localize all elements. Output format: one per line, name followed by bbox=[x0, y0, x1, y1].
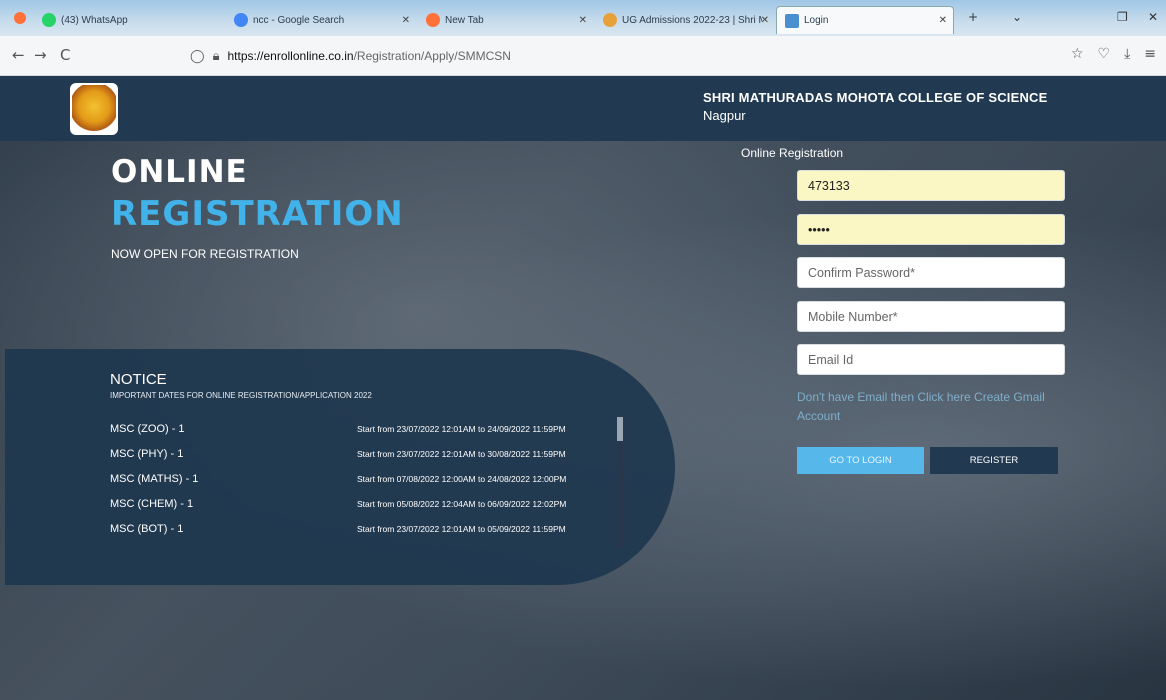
tab-ug-admissions[interactable]: UG Admissions 2022-23 | Shri M... ✕ bbox=[595, 6, 775, 34]
tab-new-tab[interactable]: New Tab ✕ bbox=[418, 6, 593, 34]
notice-panel: NOTICE IMPORTANT DATES FOR ONLINE REGIST… bbox=[5, 349, 675, 585]
confirm-password-input[interactable] bbox=[797, 257, 1065, 288]
password-input[interactable] bbox=[797, 214, 1065, 245]
close-icon[interactable]: ✕ bbox=[761, 15, 769, 26]
college-city: Nagpur bbox=[703, 108, 746, 123]
tab-list-chevron-icon[interactable]: ⌄ bbox=[1012, 10, 1022, 24]
course-dates: Start from 23/07/2022 12:01AM to 24/09/2… bbox=[357, 424, 566, 434]
close-icon[interactable]: ✕ bbox=[939, 15, 947, 26]
firefox-icon bbox=[426, 13, 440, 27]
list-item: MSC (BOT) - 1 Start from 23/07/2022 12:0… bbox=[110, 519, 610, 544]
tab-whatsapp[interactable]: (43) WhatsApp bbox=[34, 6, 194, 34]
scrollbar-thumb[interactable] bbox=[617, 417, 623, 441]
course-name: MSC (ZOO) - 1 bbox=[110, 423, 185, 435]
google-icon bbox=[234, 13, 248, 27]
college-logo bbox=[70, 83, 118, 135]
tab-label: Login bbox=[804, 15, 829, 26]
firefox-icon[interactable] bbox=[14, 12, 26, 24]
site-header: SHRI MATHURADAS MOHOTA COLLEGE OF SCIENC… bbox=[0, 76, 1166, 141]
course-dates: Start from 05/08/2022 12:04AM to 06/09/2… bbox=[357, 499, 567, 509]
mobile-number-input[interactable] bbox=[797, 301, 1065, 332]
list-item: MSC (CHEM) - 1 Start from 05/08/2022 12:… bbox=[110, 494, 610, 519]
tab-label: UG Admissions 2022-23 | Shri M... bbox=[622, 14, 762, 26]
go-to-login-button[interactable]: GO TO LOGIN bbox=[797, 447, 924, 474]
tab-label: ncc - Google Search bbox=[253, 14, 345, 26]
forward-icon[interactable]: → bbox=[34, 46, 47, 64]
whatsapp-icon bbox=[42, 13, 56, 27]
url-host: https://enrollonline.co.in bbox=[227, 49, 354, 63]
course-name: MSC (PHY) - 1 bbox=[110, 448, 184, 460]
create-gmail-link[interactable]: Don't have Email then Click here Create … bbox=[797, 388, 1067, 426]
course-name: MSC (CHEM) - 1 bbox=[110, 498, 194, 510]
tab-label: New Tab bbox=[445, 14, 484, 26]
email-input[interactable] bbox=[797, 344, 1065, 375]
url-path: /Registration/Apply/SMMCSN bbox=[353, 49, 511, 63]
course-name: MSC (BOT) - 1 bbox=[110, 523, 184, 535]
tab-login[interactable]: Login ✕ bbox=[776, 6, 954, 34]
pocket-icon[interactable]: ♡ bbox=[1098, 46, 1111, 62]
hero-title-line2: REGISTRATION bbox=[111, 194, 404, 234]
course-dates: Start from 23/07/2022 12:01AM to 05/09/2… bbox=[357, 524, 566, 534]
college-name: SHRI MATHURADAS MOHOTA COLLEGE OF SCIENC… bbox=[703, 90, 1048, 105]
college-info: SHRI MATHURADAS MOHOTA COLLEGE OF SCIENC… bbox=[703, 90, 1048, 123]
hero-subtitle: NOW OPEN FOR REGISTRATION bbox=[111, 247, 299, 261]
course-dates: Start from 23/07/2022 12:01AM to 30/08/2… bbox=[357, 449, 566, 459]
back-icon[interactable]: ← bbox=[12, 46, 25, 64]
close-window-icon[interactable]: ✕ bbox=[1148, 10, 1158, 24]
tab-label: (43) WhatsApp bbox=[61, 14, 128, 26]
lock-icon: 🔒︎ bbox=[212, 48, 220, 63]
reload-icon[interactable]: C bbox=[60, 46, 70, 64]
browser-nav-bar: ← → C ◯ 🔒︎ https://enrollonline.co.in/Re… bbox=[0, 36, 1166, 76]
page: SHRI MATHURADAS MOHOTA COLLEGE OF SCIENC… bbox=[0, 76, 1166, 700]
toolbar-icons: ☆ ♡ ⤓ ≡ bbox=[1071, 46, 1156, 62]
new-tab-icon[interactable]: + bbox=[968, 10, 978, 24]
downloads-icon[interactable]: ⤓ bbox=[1124, 46, 1130, 62]
address-bar[interactable]: ◯ 🔒︎ https://enrollonline.co.in/Registra… bbox=[190, 43, 930, 69]
list-item: MSC (PHY) - 1 Start from 23/07/2022 12:0… bbox=[110, 444, 610, 469]
notice-subtitle: IMPORTANT DATES FOR ONLINE REGISTRATION/… bbox=[110, 391, 372, 400]
restore-window-icon[interactable]: ❐ bbox=[1117, 10, 1128, 24]
notice-title: NOTICE bbox=[110, 371, 167, 388]
notice-list: MSC (ZOO) - 1 Start from 23/07/2022 12:0… bbox=[110, 419, 610, 544]
tab-google-search[interactable]: ncc - Google Search ✕ bbox=[226, 6, 416, 34]
shield-icon: ◯ bbox=[190, 48, 205, 63]
college-favicon-icon bbox=[603, 13, 617, 27]
browser-tab-bar: (43) WhatsApp ncc - Google Search ✕ New … bbox=[0, 0, 1166, 36]
page-icon bbox=[785, 13, 799, 28]
list-item: MSC (ZOO) - 1 Start from 23/07/2022 12:0… bbox=[110, 419, 610, 444]
register-button[interactable]: REGISTER bbox=[930, 447, 1058, 474]
registration-title: Online Registration bbox=[741, 146, 844, 160]
bookmark-star-icon[interactable]: ☆ bbox=[1071, 46, 1084, 62]
course-name: MSC (MATHS) - 1 bbox=[110, 473, 199, 485]
menu-icon[interactable]: ≡ bbox=[1144, 46, 1156, 62]
course-dates: Start from 07/08/2022 12:00AM to 24/08/2… bbox=[357, 474, 567, 484]
hero-title-line1: ONLINE bbox=[111, 154, 248, 190]
application-number-input[interactable] bbox=[797, 170, 1065, 201]
list-item: MSC (MATHS) - 1 Start from 07/08/2022 12… bbox=[110, 469, 610, 494]
notice-scrollbar[interactable] bbox=[617, 417, 623, 547]
close-icon[interactable]: ✕ bbox=[402, 15, 410, 26]
close-icon[interactable]: ✕ bbox=[579, 15, 587, 26]
